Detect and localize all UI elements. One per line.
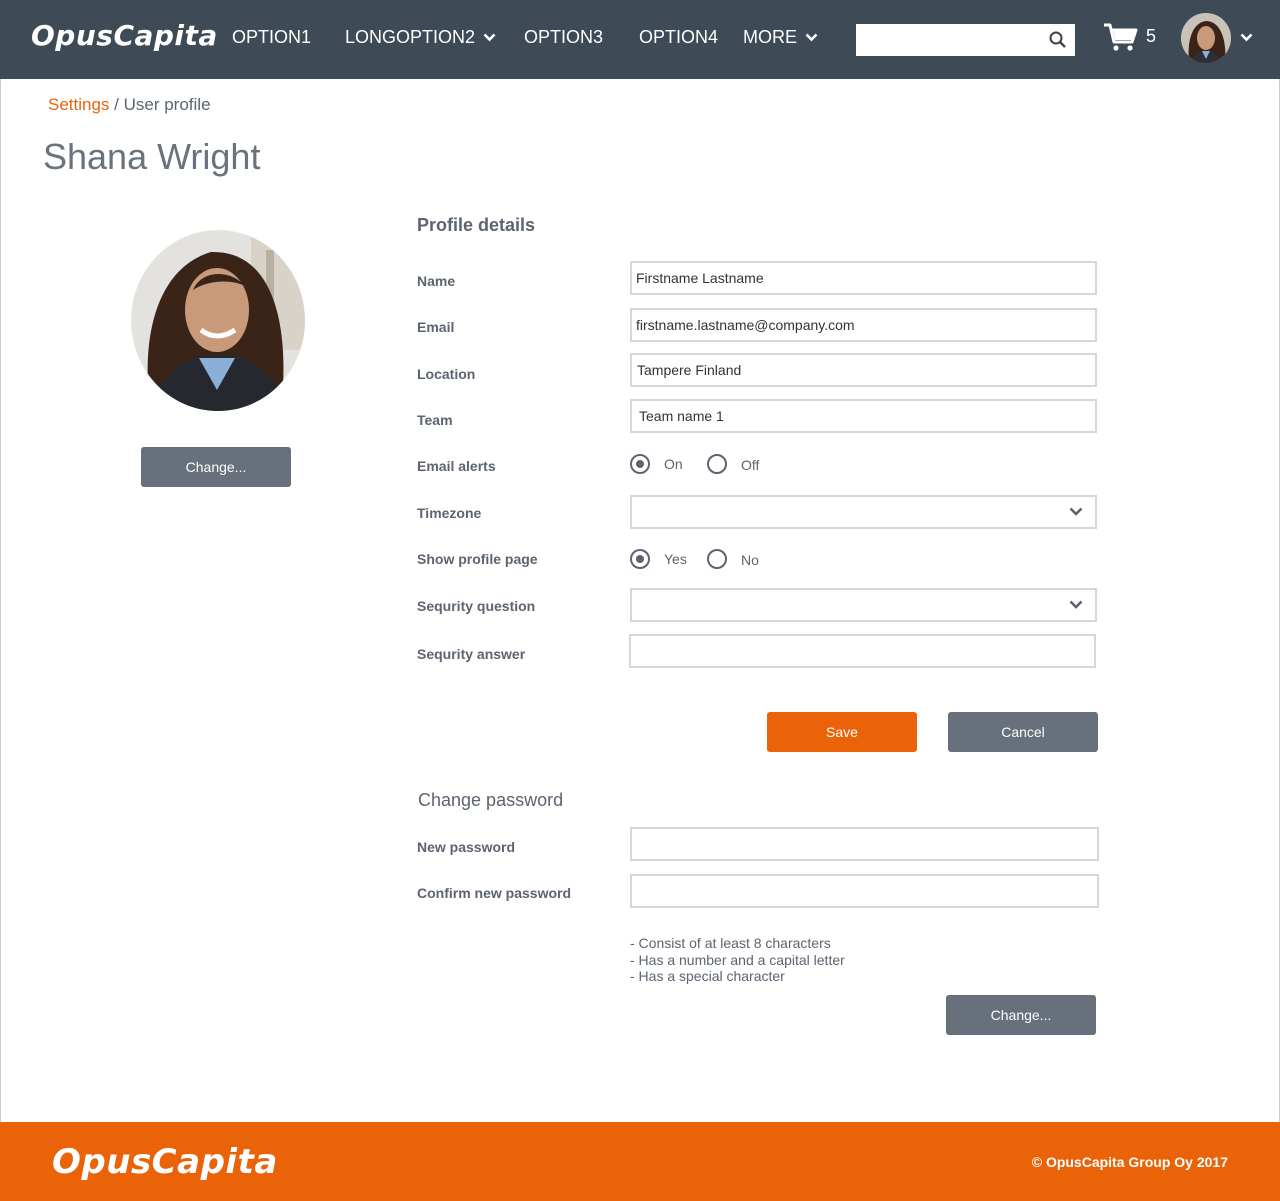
new-password-field[interactable] <box>630 827 1099 861</box>
location-label: Location <box>417 366 476 382</box>
new-password-label: New password <box>417 839 516 855</box>
breadcrumb: Settings / User profile <box>48 95 211 115</box>
search-box <box>856 24 1075 56</box>
name-value: Firstname Lastname <box>636 270 764 286</box>
cancel-button[interactable]: Cancel <box>948 712 1098 752</box>
timezone-label: Timezone <box>417 505 482 521</box>
profile-photo <box>131 230 305 411</box>
email-field[interactable]: firstname.lastname@company.com <box>630 308 1097 342</box>
breadcrumb-settings-link[interactable]: Settings <box>48 95 109 114</box>
change-photo-button[interactable]: Change... <box>141 447 291 487</box>
show-profile-no-radio[interactable] <box>707 549 727 569</box>
chevron-down-icon <box>1069 600 1083 609</box>
nav-more[interactable]: MORE <box>743 27 818 48</box>
search-icon[interactable] <box>1049 31 1067 49</box>
breadcrumb-current: User profile <box>123 95 211 114</box>
security-answer-field[interactable] <box>629 634 1096 668</box>
show-profile-yes-label: Yes <box>664 551 687 567</box>
security-question-select[interactable] <box>630 588 1097 622</box>
nav-option1[interactable]: OPTION1 <box>232 27 311 48</box>
cart-count-badge: 5 <box>1146 26 1157 46</box>
show-profile-label: Show profile page <box>417 551 538 567</box>
show-profile-yes-radio[interactable] <box>630 549 650 569</box>
change-password-title: Change password <box>418 790 564 810</box>
nav-label: OPTION1 <box>232 27 312 47</box>
change-password-button[interactable]: Change... <box>946 995 1096 1035</box>
team-value: Team name 1 <box>639 408 724 424</box>
timezone-select[interactable] <box>630 495 1097 529</box>
password-rule: - Has a special character <box>630 968 785 984</box>
team-field[interactable]: Team name 1 <box>630 399 1097 433</box>
page-title: Shana Wright <box>43 136 261 177</box>
email-alerts-on-radio[interactable] <box>630 454 650 474</box>
copyright-text: © OpusCapita Group Oy 2017 <box>1031 1154 1228 1170</box>
chevron-down-icon <box>483 33 496 42</box>
nav-longoption2[interactable]: LONGOPTION2 <box>345 27 496 48</box>
footer-logo: OpusCapita <box>52 1142 278 1182</box>
team-label: Team <box>417 412 453 428</box>
security-answer-label: Sequrity answer <box>417 646 526 662</box>
email-alerts-off-radio[interactable] <box>707 454 727 474</box>
password-rule: - Has a number and a capital letter <box>630 951 845 968</box>
nav-label: OPTION4 <box>639 27 719 47</box>
security-question-label: Sequrity question <box>417 598 536 614</box>
confirm-password-label: Confirm new password <box>417 885 572 901</box>
nav-option4[interactable]: OPTION4 <box>639 27 718 48</box>
footer: OpusCapita © OpusCapita Group Oy 2017 <box>0 1122 1280 1201</box>
email-value: firstname.lastname@company.com <box>636 317 855 333</box>
save-button[interactable]: Save <box>767 712 917 752</box>
email-alerts-on-label: On <box>664 456 683 472</box>
breadcrumb-separator: / <box>109 95 124 114</box>
confirm-password-field[interactable] <box>630 874 1099 908</box>
password-rules: - Consist of at least 8 characters - Has… <box>630 935 845 985</box>
chevron-down-icon <box>805 33 818 42</box>
nav-option3[interactable]: OPTION3 <box>524 27 603 48</box>
nav-label: LONGOPTION2 <box>345 27 476 47</box>
location-field[interactable]: Tampere Finland <box>630 353 1097 387</box>
search-input[interactable] <box>862 24 1046 56</box>
header-logo[interactable]: OpusCapita <box>31 19 218 52</box>
cart-icon[interactable] <box>1103 22 1139 52</box>
name-label: Name <box>417 273 456 289</box>
profile-details-title: Profile details <box>417 215 536 235</box>
location-value: Tampere Finland <box>637 362 742 378</box>
nav-label: MORE <box>743 27 797 47</box>
nav-label: OPTION3 <box>524 27 604 47</box>
password-rule: - Consist of at least 8 characters <box>630 935 831 951</box>
name-field[interactable]: Firstname Lastname <box>630 261 1097 295</box>
chevron-down-icon[interactable] <box>1240 33 1253 42</box>
user-avatar[interactable] <box>1181 13 1231 63</box>
email-alerts-off-label: Off <box>741 457 760 473</box>
email-label: Email <box>417 319 455 335</box>
show-profile-no-label: No <box>741 552 759 568</box>
email-alerts-label: Email alerts <box>417 458 496 474</box>
top-navbar: OpusCapita OPTION1 LONGOPTION2 OPTION3 O… <box>0 0 1280 79</box>
chevron-down-icon <box>1069 507 1083 516</box>
